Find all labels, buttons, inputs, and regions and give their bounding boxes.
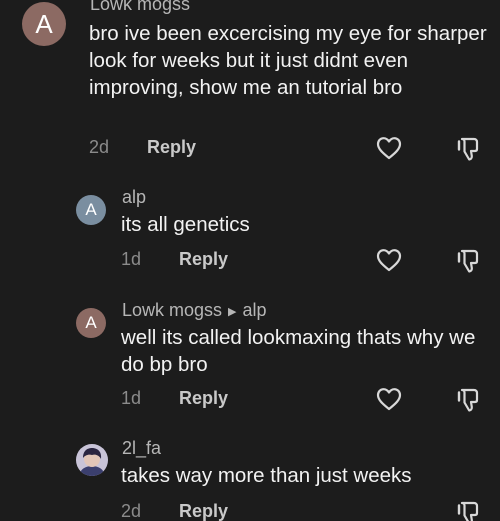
comment-item: A Lowk mogss bro ive been excercising my… <box>0 0 500 180</box>
reply-text: its all genetics <box>121 213 250 236</box>
comment-username[interactable]: Lowk mogss <box>90 0 190 15</box>
reply-timestamp: 2d <box>121 501 142 521</box>
thumbs-down-icon[interactable] <box>456 500 482 521</box>
reply-meta: 1d Reply <box>121 388 228 409</box>
reply-item: 2l_fa takes way more than just weeks 2d R… <box>0 430 500 521</box>
right-triangle-icon: ▶ <box>228 306 237 318</box>
thumbs-down-icon[interactable] <box>456 136 482 162</box>
reply-author[interactable]: Lowk mogss <box>122 300 222 320</box>
heart-icon[interactable] <box>376 248 402 272</box>
avatar[interactable]: A <box>76 195 106 225</box>
reply-meta: 2d Reply <box>121 501 228 521</box>
avatar[interactable]: A <box>22 2 66 46</box>
reply-item: A Lowk mogss ▶ alp well its called lookmax… <box>0 290 500 430</box>
heart-icon[interactable] <box>376 136 402 160</box>
thumbs-down-icon[interactable] <box>456 248 482 274</box>
reply-meta: 1d Reply <box>121 249 228 270</box>
reply-button[interactable]: Reply <box>179 501 228 521</box>
reply-button[interactable]: Reply <box>147 137 196 157</box>
thumbs-down-icon[interactable] <box>456 387 482 413</box>
reply-username[interactable]: alp <box>122 187 146 208</box>
avatar[interactable] <box>76 444 108 476</box>
avatar[interactable]: A <box>76 308 106 338</box>
comment-meta: 2d Reply <box>89 137 196 158</box>
reply-item: A alp its all genetics 1d Reply <box>0 180 500 290</box>
reply-username[interactable]: 2l_fa <box>122 438 161 459</box>
reply-timestamp: 1d <box>121 249 142 269</box>
comment-text: bro ive been excercising my eye for shar… <box>89 22 487 99</box>
comments-panel: A Lowk mogss bro ive been excercising my… <box>0 0 500 521</box>
reply-text: well its called lookmaxing thats why we … <box>121 326 476 376</box>
reply-to-user[interactable]: alp <box>243 300 267 320</box>
heart-icon[interactable] <box>376 387 402 411</box>
reply-button[interactable]: Reply <box>179 249 228 269</box>
reply-username: Lowk mogss ▶ alp <box>122 300 267 321</box>
reply-button[interactable]: Reply <box>179 388 228 408</box>
avatar-image <box>76 444 108 476</box>
comment-timestamp: 2d <box>89 137 110 157</box>
reply-text: takes way more than just weeks <box>121 464 412 487</box>
reply-timestamp: 1d <box>121 388 142 408</box>
